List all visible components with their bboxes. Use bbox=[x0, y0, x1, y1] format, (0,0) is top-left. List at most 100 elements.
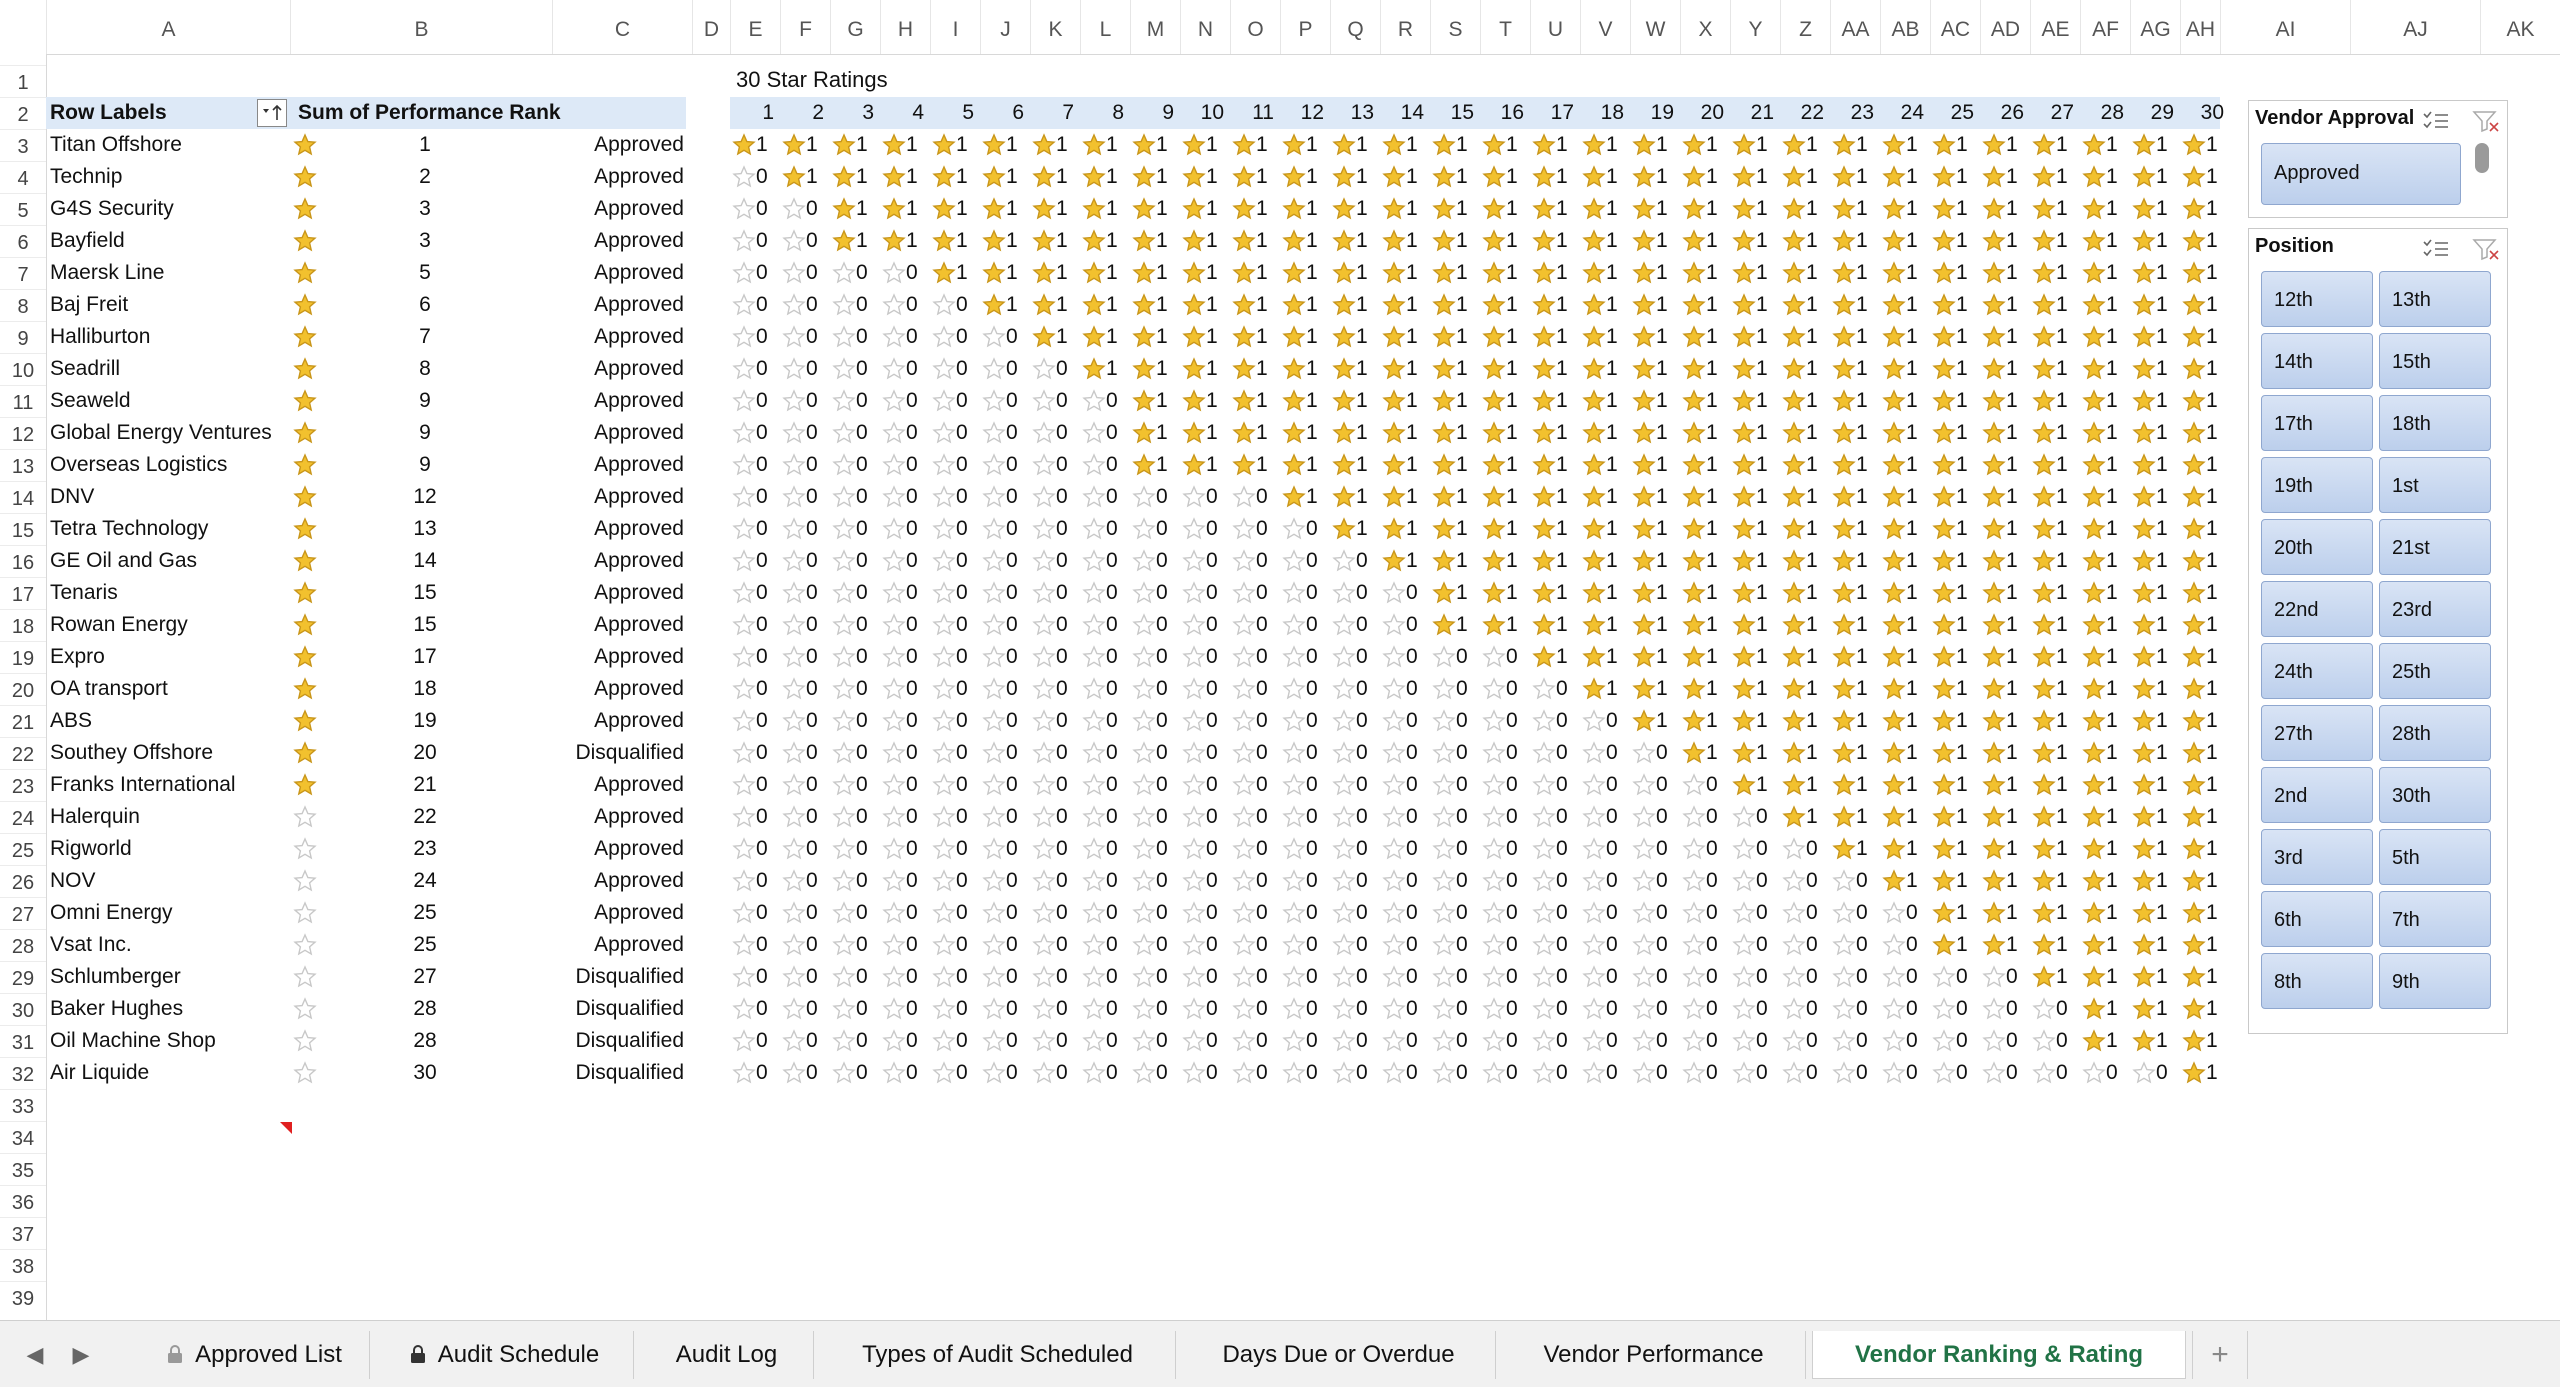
performance-rank-value[interactable]: 1 bbox=[380, 129, 470, 161]
row-header[interactable]: 17 bbox=[0, 577, 46, 609]
slicer-item-position[interactable]: 13th bbox=[2379, 271, 2491, 327]
performance-rank-value[interactable]: 28 bbox=[380, 993, 470, 1025]
vendor-status[interactable]: Approved bbox=[520, 641, 684, 673]
vendor-status[interactable]: Approved bbox=[520, 321, 684, 353]
column-header[interactable]: AD bbox=[1980, 0, 2030, 54]
slicer-item-position[interactable]: 18th bbox=[2379, 395, 2491, 451]
row-header[interactable]: 29 bbox=[0, 961, 46, 993]
row-header[interactable]: 25 bbox=[0, 833, 46, 865]
vendor-name[interactable]: Tenaris bbox=[50, 577, 286, 609]
row-header[interactable]: 6 bbox=[0, 225, 46, 257]
row-header[interactable]: 37 bbox=[0, 1217, 46, 1249]
vendor-name[interactable]: Vsat Inc. bbox=[50, 929, 286, 961]
row-header[interactable]: 20 bbox=[0, 673, 46, 705]
row-header[interactable]: 15 bbox=[0, 513, 46, 545]
vendor-name[interactable]: Tetra Technology bbox=[50, 513, 286, 545]
vendor-name[interactable]: Oil Machine Shop bbox=[50, 1025, 286, 1057]
column-header[interactable]: T bbox=[1480, 0, 1530, 54]
scroll-tabs-right-button[interactable]: ▶ bbox=[66, 1335, 96, 1375]
vendor-status[interactable]: Approved bbox=[520, 193, 684, 225]
row-header[interactable]: 34 bbox=[0, 1121, 46, 1153]
row-header[interactable]: 28 bbox=[0, 929, 46, 961]
column-header[interactable]: A bbox=[46, 0, 290, 54]
performance-rank-value[interactable]: 18 bbox=[380, 673, 470, 705]
multi-select-icon[interactable] bbox=[2421, 237, 2451, 261]
column-header[interactable]: AJ bbox=[2350, 0, 2480, 54]
vendor-name[interactable]: Schlumberger bbox=[50, 961, 286, 993]
vendor-name[interactable]: Bayfield bbox=[50, 225, 286, 257]
vendor-status[interactable]: Approved bbox=[520, 225, 684, 257]
add-sheet-button[interactable]: + bbox=[2192, 1331, 2248, 1379]
vendor-status[interactable]: Approved bbox=[520, 129, 684, 161]
vendor-status[interactable]: Approved bbox=[520, 353, 684, 385]
column-header[interactable]: AC bbox=[1930, 0, 1980, 54]
vendor-status[interactable]: Disqualified bbox=[520, 1057, 684, 1089]
sheet-tab[interactable]: Vendor Performance bbox=[1502, 1331, 1806, 1379]
column-header[interactable]: Q bbox=[1330, 0, 1380, 54]
row-header[interactable]: 24 bbox=[0, 801, 46, 833]
column-header[interactable]: L bbox=[1080, 0, 1130, 54]
slicer-item-position[interactable]: 27th bbox=[2261, 705, 2373, 761]
column-header[interactable]: AA bbox=[1830, 0, 1880, 54]
vendor-status[interactable]: Disqualified bbox=[520, 961, 684, 993]
row-header[interactable]: 7 bbox=[0, 257, 46, 289]
column-header[interactable]: X bbox=[1680, 0, 1730, 54]
performance-rank-value[interactable]: 23 bbox=[380, 833, 470, 865]
vendor-name[interactable]: OA transport bbox=[50, 673, 286, 705]
vendor-name[interactable]: Baker Hughes bbox=[50, 993, 286, 1025]
slicer-item-position[interactable]: 14th bbox=[2261, 333, 2373, 389]
row-header[interactable]: 3 bbox=[0, 129, 46, 161]
vendor-status[interactable]: Approved bbox=[520, 801, 684, 833]
column-header[interactable]: M bbox=[1130, 0, 1180, 54]
vendor-status[interactable]: Approved bbox=[520, 897, 684, 929]
slicer-item-position[interactable]: 19th bbox=[2261, 457, 2373, 513]
performance-rank-value[interactable]: 28 bbox=[380, 1025, 470, 1057]
column-header[interactable]: P bbox=[1280, 0, 1330, 54]
slicer-item-position[interactable]: 2nd bbox=[2261, 767, 2373, 823]
vendor-status[interactable]: Approved bbox=[520, 577, 684, 609]
vendor-name[interactable]: Seadrill bbox=[50, 353, 286, 385]
slicer-item-position[interactable]: 9th bbox=[2379, 953, 2491, 1009]
slicer-item-position[interactable]: 28th bbox=[2379, 705, 2491, 761]
vendor-name[interactable]: Halliburton bbox=[50, 321, 286, 353]
column-header[interactable]: AF bbox=[2080, 0, 2130, 54]
vendor-status[interactable]: Approved bbox=[520, 449, 684, 481]
vendor-status[interactable]: Disqualified bbox=[520, 1025, 684, 1057]
column-header[interactable]: B bbox=[290, 0, 552, 54]
performance-rank-value[interactable]: 17 bbox=[380, 641, 470, 673]
row-header[interactable]: 22 bbox=[0, 737, 46, 769]
row-header[interactable]: 39 bbox=[0, 1281, 46, 1313]
clear-filter-icon[interactable] bbox=[2471, 237, 2501, 261]
row-header[interactable]: 18 bbox=[0, 609, 46, 641]
column-header[interactable]: Z bbox=[1780, 0, 1830, 54]
sheet-tab[interactable]: Audit Log bbox=[640, 1331, 814, 1379]
performance-rank-value[interactable]: 12 bbox=[380, 481, 470, 513]
column-header[interactable]: K bbox=[1030, 0, 1080, 54]
vendor-name[interactable]: NOV bbox=[50, 865, 286, 897]
sheet-tab[interactable]: Types of Audit Scheduled bbox=[820, 1331, 1176, 1379]
performance-rank-value[interactable]: 15 bbox=[380, 577, 470, 609]
row-header[interactable]: 13 bbox=[0, 449, 46, 481]
column-header[interactable]: G bbox=[830, 0, 880, 54]
performance-rank-value[interactable]: 9 bbox=[380, 417, 470, 449]
performance-rank-value[interactable]: 30 bbox=[380, 1057, 470, 1089]
vendor-status[interactable]: Approved bbox=[520, 417, 684, 449]
slicer-item-position[interactable]: 8th bbox=[2261, 953, 2373, 1009]
vendor-name[interactable]: ABS bbox=[50, 705, 286, 737]
sheet-tab[interactable]: Days Due or Overdue bbox=[1182, 1331, 1496, 1379]
performance-rank-value[interactable]: 3 bbox=[380, 225, 470, 257]
row-header[interactable]: 27 bbox=[0, 897, 46, 929]
vendor-name[interactable]: Global Energy Ventures bbox=[50, 417, 286, 449]
performance-rank-value[interactable]: 13 bbox=[380, 513, 470, 545]
slicer-item-position[interactable]: 3rd bbox=[2261, 829, 2373, 885]
vendor-status[interactable]: Approved bbox=[520, 257, 684, 289]
sheet-tab[interactable]: Approved List bbox=[140, 1331, 370, 1379]
slicer-item-position[interactable]: 30th bbox=[2379, 767, 2491, 823]
vendor-status[interactable]: Approved bbox=[520, 289, 684, 321]
row-header[interactable]: 32 bbox=[0, 1057, 46, 1089]
vendor-name[interactable]: DNV bbox=[50, 481, 286, 513]
performance-rank-value[interactable]: 25 bbox=[380, 929, 470, 961]
vendor-status[interactable]: Approved bbox=[520, 609, 684, 641]
vendor-name[interactable]: Titan Offshore bbox=[50, 129, 286, 161]
performance-rank-value[interactable]: 15 bbox=[380, 609, 470, 641]
